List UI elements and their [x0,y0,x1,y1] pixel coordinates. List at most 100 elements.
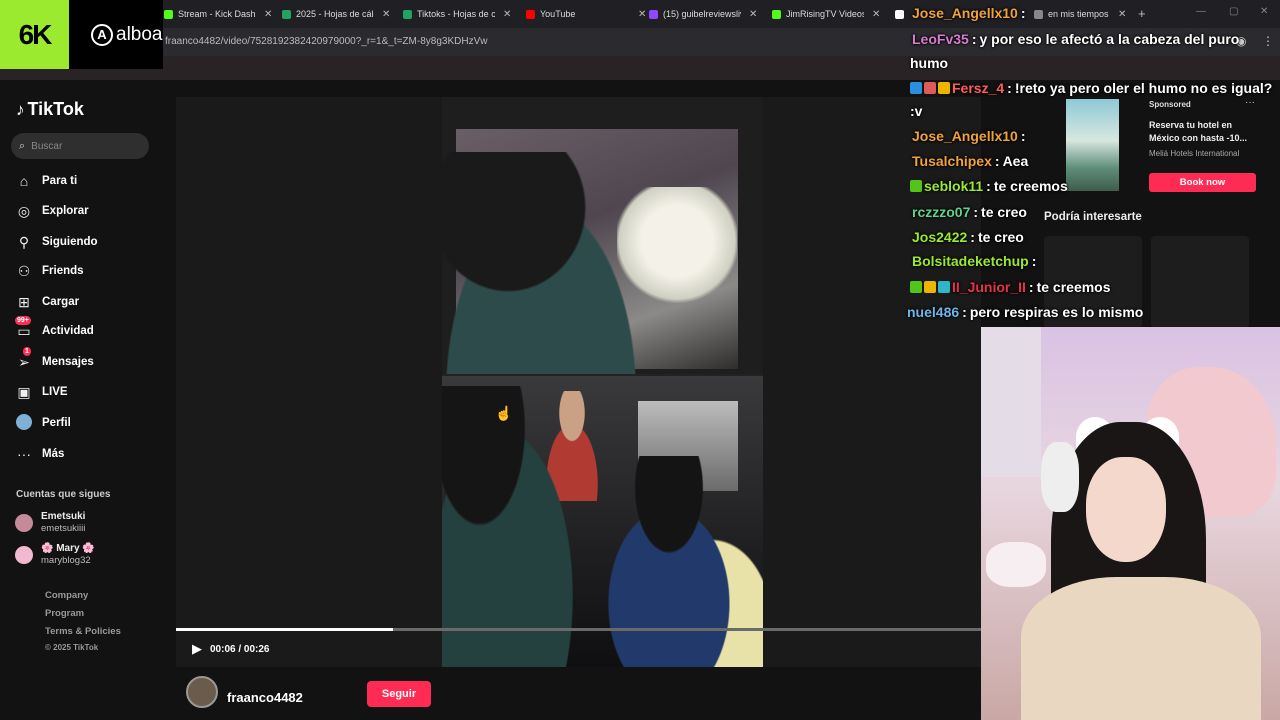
chat-username: Tusalchipex [912,153,992,169]
tab-twitch[interactable]: (15) guibelreviewslive ✕ [645,4,757,24]
video-author[interactable]: fraanco4482 [186,676,303,708]
close-icon[interactable]: ✕ [749,9,757,20]
x-favicon-icon [895,9,904,19]
close-icon[interactable]: ✕ [872,9,880,20]
chat-separator: : [1020,128,1026,144]
sidebar-item-perfil[interactable]: Perfil [15,412,71,434]
sidebar-item-label: LIVE [42,386,68,398]
account-name: 🌸 Mary 🌸 [41,543,95,554]
close-icon[interactable]: ✕ [503,9,511,20]
chat-username: Fersz_4 [952,80,1005,96]
scene-person [592,456,763,667]
chat-message: Bolsitadeketchup: [912,253,1039,269]
upload-icon: ⊞ [18,293,30,310]
chat-username: Bolsitadeketchup [912,253,1029,269]
cam-headphone [1041,442,1079,512]
search-icon: ⌕ [19,139,26,152]
chat-text: Aea [1002,153,1029,169]
sponsor-logo: A alboa [69,0,163,69]
account-handle: emetsukiiii [41,523,86,534]
sidebar-item-label: Siguiendo [42,236,98,248]
sidebar-item-label: Cargar [42,296,80,308]
sidebar-item-label: Para ti [42,175,78,187]
chat-username: LeoFv35 [912,31,969,47]
sidebar-item-para-ti[interactable]: ⌂ Para ti [15,170,77,192]
sheets-favicon-icon [403,9,412,19]
chat-text: y por eso le afectó a la cabeza del puro [979,31,1240,47]
chat-text: !reto ya pero oler el humo no es igual? [1014,80,1273,96]
following-account[interactable]: 🌸 Mary 🌸 maryblog32 [15,543,95,567]
twitch-favicon-icon [649,9,658,19]
chat-separator: : [971,31,977,47]
video-time: 00:06 / 00:26 [210,644,270,655]
url-text[interactable]: fraanco4482/video/7528192382420979000?_r… [165,36,487,47]
chat-username: II_Junior_II [952,279,1026,295]
tab-youtube[interactable]: YouTube ✕ [522,4,646,24]
compass-icon: ◎ [17,202,31,219]
notification-badge: 99+ [15,315,31,325]
chat-separator: : [1007,80,1012,96]
chat-username: seblok11 [924,178,984,194]
chat-text: te creemos [1036,279,1111,295]
chat-separator: : [973,204,979,220]
scene-person [442,386,592,667]
cam-background [981,327,1041,477]
footer-link-program[interactable]: Program [45,608,84,619]
channel-logo: 6K [0,0,69,69]
chat-text: pero respiras es lo mismo [969,304,1144,320]
chat-separator: : [970,229,975,245]
sidebar-item-mas[interactable]: ··· Más [15,443,64,465]
brand-name: TikTok [27,99,84,119]
tiktok-logo[interactable]: ♪ TikTok [16,99,84,120]
chat-message: Tusalchipex: Aea [912,153,1028,169]
tab-title: Stream - Kick Dashbo [178,9,256,19]
play-icon[interactable]: ▶ [192,641,202,657]
sidebar-item-friends[interactable]: ⚇ Friends [15,260,84,282]
search-box[interactable]: ⌕ [11,133,149,159]
sidebar-item-cargar[interactable]: ⊞ Cargar [15,291,79,313]
footer-link-company[interactable]: Company [45,590,88,601]
chat-message: nuel486: pero respiras es lo mismo [907,304,1143,320]
more-icon: ··· [17,446,31,462]
chat-username: Jose_Angellx10 [912,128,1018,144]
video-scene-top [442,97,763,374]
tab-kick-dashboard[interactable]: Stream - Kick Dashbo ✕ [160,4,272,24]
video-scene-bottom [442,376,763,667]
sidebar-item-siguiendo[interactable]: ⚲ Siguiendo [15,231,98,253]
close-icon[interactable]: ✕ [382,9,390,20]
author-username[interactable]: fraanco4482 [227,690,303,705]
sidebar-item-label: Perfil [42,417,71,429]
video-progress-bar[interactable] [176,628,981,631]
chat-text: humo [910,55,949,71]
chat-badge-icon [910,82,922,94]
chat-text: te creo [981,204,1027,220]
sheets-favicon-icon [282,9,291,19]
cam-face [1086,457,1166,562]
footer-link-terms[interactable]: Terms & Policies [45,626,121,637]
sidebar-item-mensajes[interactable]: ➢ 1 Mensajes [15,346,94,373]
sponsor-name: alboa [116,23,163,45]
chat-message: Fersz_4: !reto ya pero oler el humo no es… [910,80,1272,96]
chat-separator: : [1028,279,1034,295]
kick-favicon-icon [164,9,173,19]
avatar[interactable] [186,676,218,708]
tab-title: (15) guibelreviewslive [663,9,741,19]
close-icon[interactable]: ✕ [264,9,272,20]
account-name: Emetsuki [41,511,86,522]
chat-text: te creemos [993,178,1068,194]
tab-sheets-tiktoks[interactable]: Tiktoks - Hojas de cá ✕ [399,4,511,24]
chat-badge-icon [910,281,922,293]
sidebar-item-explorar[interactable]: ◎ Explorar [15,200,89,222]
chat-message: Jose_Angellx10: [912,128,1029,144]
follow-button[interactable]: Seguir [367,681,431,707]
video-frame[interactable] [442,97,763,667]
search-input[interactable] [31,140,132,152]
chat-username: nuel486 [907,304,960,320]
sidebar-item-live[interactable]: ▣ LIVE [15,381,68,403]
sidebar-item-actividad[interactable]: ▭ 99+ Actividad [15,315,94,342]
home-icon: ⌂ [19,173,29,189]
following-account[interactable]: Emetsuki emetsukiiii [15,511,85,535]
tab-kick-videos[interactable]: JimRisingTV Videos ✕ [768,4,880,24]
chat-message: II_Junior_II: te creemos [910,279,1111,295]
tab-sheets-2025[interactable]: 2025 - Hojas de cálcu ✕ [278,4,390,24]
